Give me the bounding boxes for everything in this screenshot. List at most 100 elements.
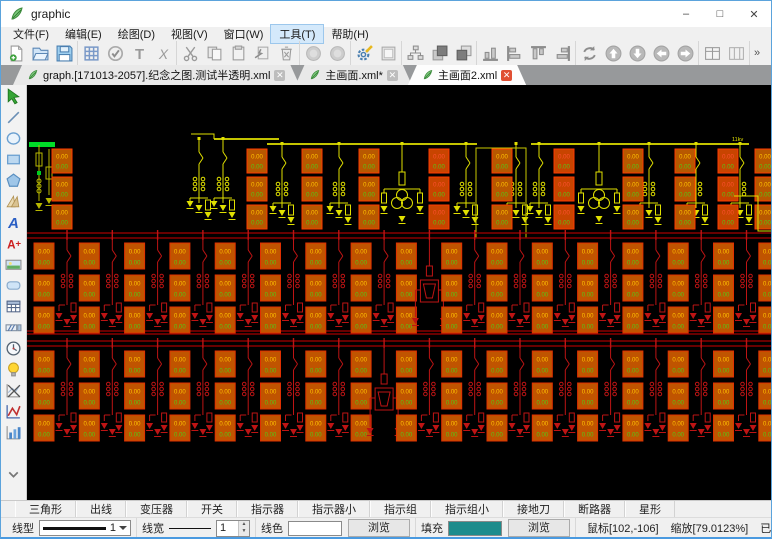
minimize-button[interactable]: – bbox=[669, 1, 703, 27]
svg-text:0.00: 0.00 bbox=[582, 357, 594, 363]
line-type-dropdown[interactable]: 1 bbox=[39, 520, 131, 536]
fill-swatch[interactable] bbox=[448, 521, 502, 536]
paste-button[interactable] bbox=[226, 42, 250, 64]
align-top-button[interactable] bbox=[526, 42, 550, 64]
open-button[interactable] bbox=[28, 42, 52, 64]
arrow-right-button[interactable] bbox=[673, 42, 697, 64]
delete-button[interactable] bbox=[274, 42, 298, 64]
arrow-left-button[interactable] bbox=[649, 42, 673, 64]
svg-text:0.00: 0.00 bbox=[265, 249, 277, 255]
tree-button[interactable] bbox=[403, 42, 427, 64]
svg-text:0.00: 0.00 bbox=[355, 432, 367, 438]
arrow-down-button[interactable] bbox=[625, 42, 649, 64]
svg-text:0.00: 0.00 bbox=[401, 421, 413, 427]
svg-text:0.00: 0.00 bbox=[355, 281, 367, 287]
document-tab-1[interactable]: 主画面.xml*✕ bbox=[295, 65, 411, 85]
component-tab-8[interactable]: 接地刀 bbox=[503, 501, 564, 517]
svg-text:0.00: 0.00 bbox=[718, 368, 730, 374]
grid-button[interactable] bbox=[79, 42, 103, 64]
text-button[interactable] bbox=[127, 42, 151, 64]
toolbar-group bbox=[78, 41, 177, 65]
tool-picture-button[interactable] bbox=[2, 254, 26, 275]
svg-text:0.00: 0.00 bbox=[219, 260, 231, 266]
diagram-canvas[interactable]: 11kv0.000.000.000.000.000.000.000.000.00… bbox=[27, 85, 771, 500]
component-tab-6[interactable]: 指示组 bbox=[370, 501, 431, 517]
component-tab-7[interactable]: 指示组小 bbox=[431, 501, 503, 517]
component-tab-5[interactable]: 指示器小 bbox=[298, 501, 370, 517]
redo-button[interactable] bbox=[325, 42, 349, 64]
line-color-swatch[interactable] bbox=[288, 521, 342, 536]
refresh-button[interactable] bbox=[577, 42, 601, 64]
component-tab-0[interactable]: 三角形 bbox=[15, 501, 76, 517]
document-tab-0[interactable]: graph.[171013-2057].纪念之图.测试半透明.xml✕ bbox=[13, 65, 299, 85]
tool-bar-chart-button[interactable] bbox=[2, 422, 26, 443]
tool-table-button[interactable] bbox=[2, 296, 26, 317]
svg-text:0.00: 0.00 bbox=[363, 155, 375, 161]
align-right-button[interactable] bbox=[550, 42, 574, 64]
line-width-spinner[interactable]: 1 ▲▼ bbox=[216, 520, 250, 537]
check-button[interactable] bbox=[103, 42, 127, 64]
svg-text:0.00: 0.00 bbox=[536, 313, 548, 319]
app-window: graphic – □ ✕ 文件(F)编辑(E)绘图(D)视图(V)窗口(W)工… bbox=[0, 0, 772, 539]
tool-line-chart-button[interactable] bbox=[2, 401, 26, 422]
save-button[interactable] bbox=[52, 42, 76, 64]
tool-clock-button[interactable] bbox=[2, 338, 26, 359]
tool-text-button[interactable] bbox=[2, 212, 26, 233]
tool-rounded-rect-button[interactable] bbox=[2, 275, 26, 296]
arrow-up-button[interactable] bbox=[601, 42, 625, 64]
tool-plot-disabled-button[interactable] bbox=[2, 380, 26, 401]
bring-to-front-button[interactable] bbox=[427, 42, 451, 64]
undo-button[interactable] bbox=[301, 42, 325, 64]
fill-browse-button[interactable]: 浏览 bbox=[508, 519, 570, 537]
document-tab-2[interactable]: 主画面2.xml✕ bbox=[408, 65, 526, 85]
svg-text:0.00: 0.00 bbox=[672, 400, 684, 406]
tool-pie-chart-button[interactable] bbox=[2, 443, 26, 464]
new-button[interactable] bbox=[4, 42, 28, 64]
close-button[interactable]: ✕ bbox=[737, 1, 771, 27]
component-tab-10[interactable]: 星形 bbox=[625, 501, 675, 517]
image-button[interactable] bbox=[376, 42, 400, 64]
send-to-back-button[interactable] bbox=[451, 42, 475, 64]
spinner-arrows[interactable]: ▲▼ bbox=[238, 521, 249, 536]
maximize-button[interactable]: □ bbox=[703, 1, 737, 27]
align-left-button[interactable] bbox=[502, 42, 526, 64]
tool-more-button[interactable] bbox=[2, 464, 26, 485]
component-tab-9[interactable]: 断路器 bbox=[564, 501, 625, 517]
tool-arc-button[interactable] bbox=[2, 191, 26, 212]
cut-button[interactable] bbox=[178, 42, 202, 64]
copy-button[interactable] bbox=[202, 42, 226, 64]
svg-text:0.00: 0.00 bbox=[83, 400, 95, 406]
paste-special-button[interactable] bbox=[250, 42, 274, 64]
settings-button[interactable] bbox=[352, 42, 376, 64]
split-vertical-button[interactable] bbox=[724, 42, 748, 64]
svg-text:0.00: 0.00 bbox=[582, 260, 594, 266]
svg-text:0.00: 0.00 bbox=[536, 421, 548, 427]
split-horizontal-button[interactable] bbox=[700, 42, 724, 64]
component-tab-1[interactable]: 出线 bbox=[76, 501, 126, 517]
spinner-down-icon[interactable]: ▼ bbox=[239, 528, 249, 536]
svg-text:0.00: 0.00 bbox=[310, 324, 322, 330]
component-tab-3[interactable]: 开关 bbox=[187, 501, 237, 517]
component-tab-2[interactable]: 变压器 bbox=[126, 501, 187, 517]
tab-close-icon[interactable]: ✕ bbox=[387, 70, 398, 81]
tool-text-plus-button[interactable] bbox=[2, 233, 26, 254]
document-tabstrip: graph.[171013-2057].纪念之图.测试半透明.xml✕主画面.x… bbox=[1, 65, 771, 85]
svg-text:0.00: 0.00 bbox=[265, 368, 277, 374]
tool-ellipse-button[interactable] bbox=[2, 128, 26, 149]
tool-line-button[interactable] bbox=[2, 107, 26, 128]
spinner-up-icon[interactable]: ▲ bbox=[239, 521, 249, 529]
toolbar-overflow-button[interactable]: » bbox=[751, 47, 763, 59]
tab-close-icon[interactable]: ✕ bbox=[274, 70, 285, 81]
tool-select-button[interactable] bbox=[2, 86, 26, 107]
tab-close-icon[interactable]: ✕ bbox=[501, 70, 512, 81]
italic-button[interactable] bbox=[151, 42, 175, 64]
tool-bulb-button[interactable] bbox=[2, 359, 26, 380]
svg-text:0.00: 0.00 bbox=[496, 155, 508, 161]
tool-pentagon-button[interactable] bbox=[2, 170, 26, 191]
tool-progress-button[interactable] bbox=[2, 317, 26, 338]
component-tab-4[interactable]: 指示器 bbox=[237, 501, 298, 517]
tool-rectangle-button[interactable] bbox=[2, 149, 26, 170]
svg-text:0.00: 0.00 bbox=[83, 260, 95, 266]
align-bottom-button[interactable] bbox=[478, 42, 502, 64]
line-color-browse-button[interactable]: 浏览 bbox=[348, 519, 410, 537]
